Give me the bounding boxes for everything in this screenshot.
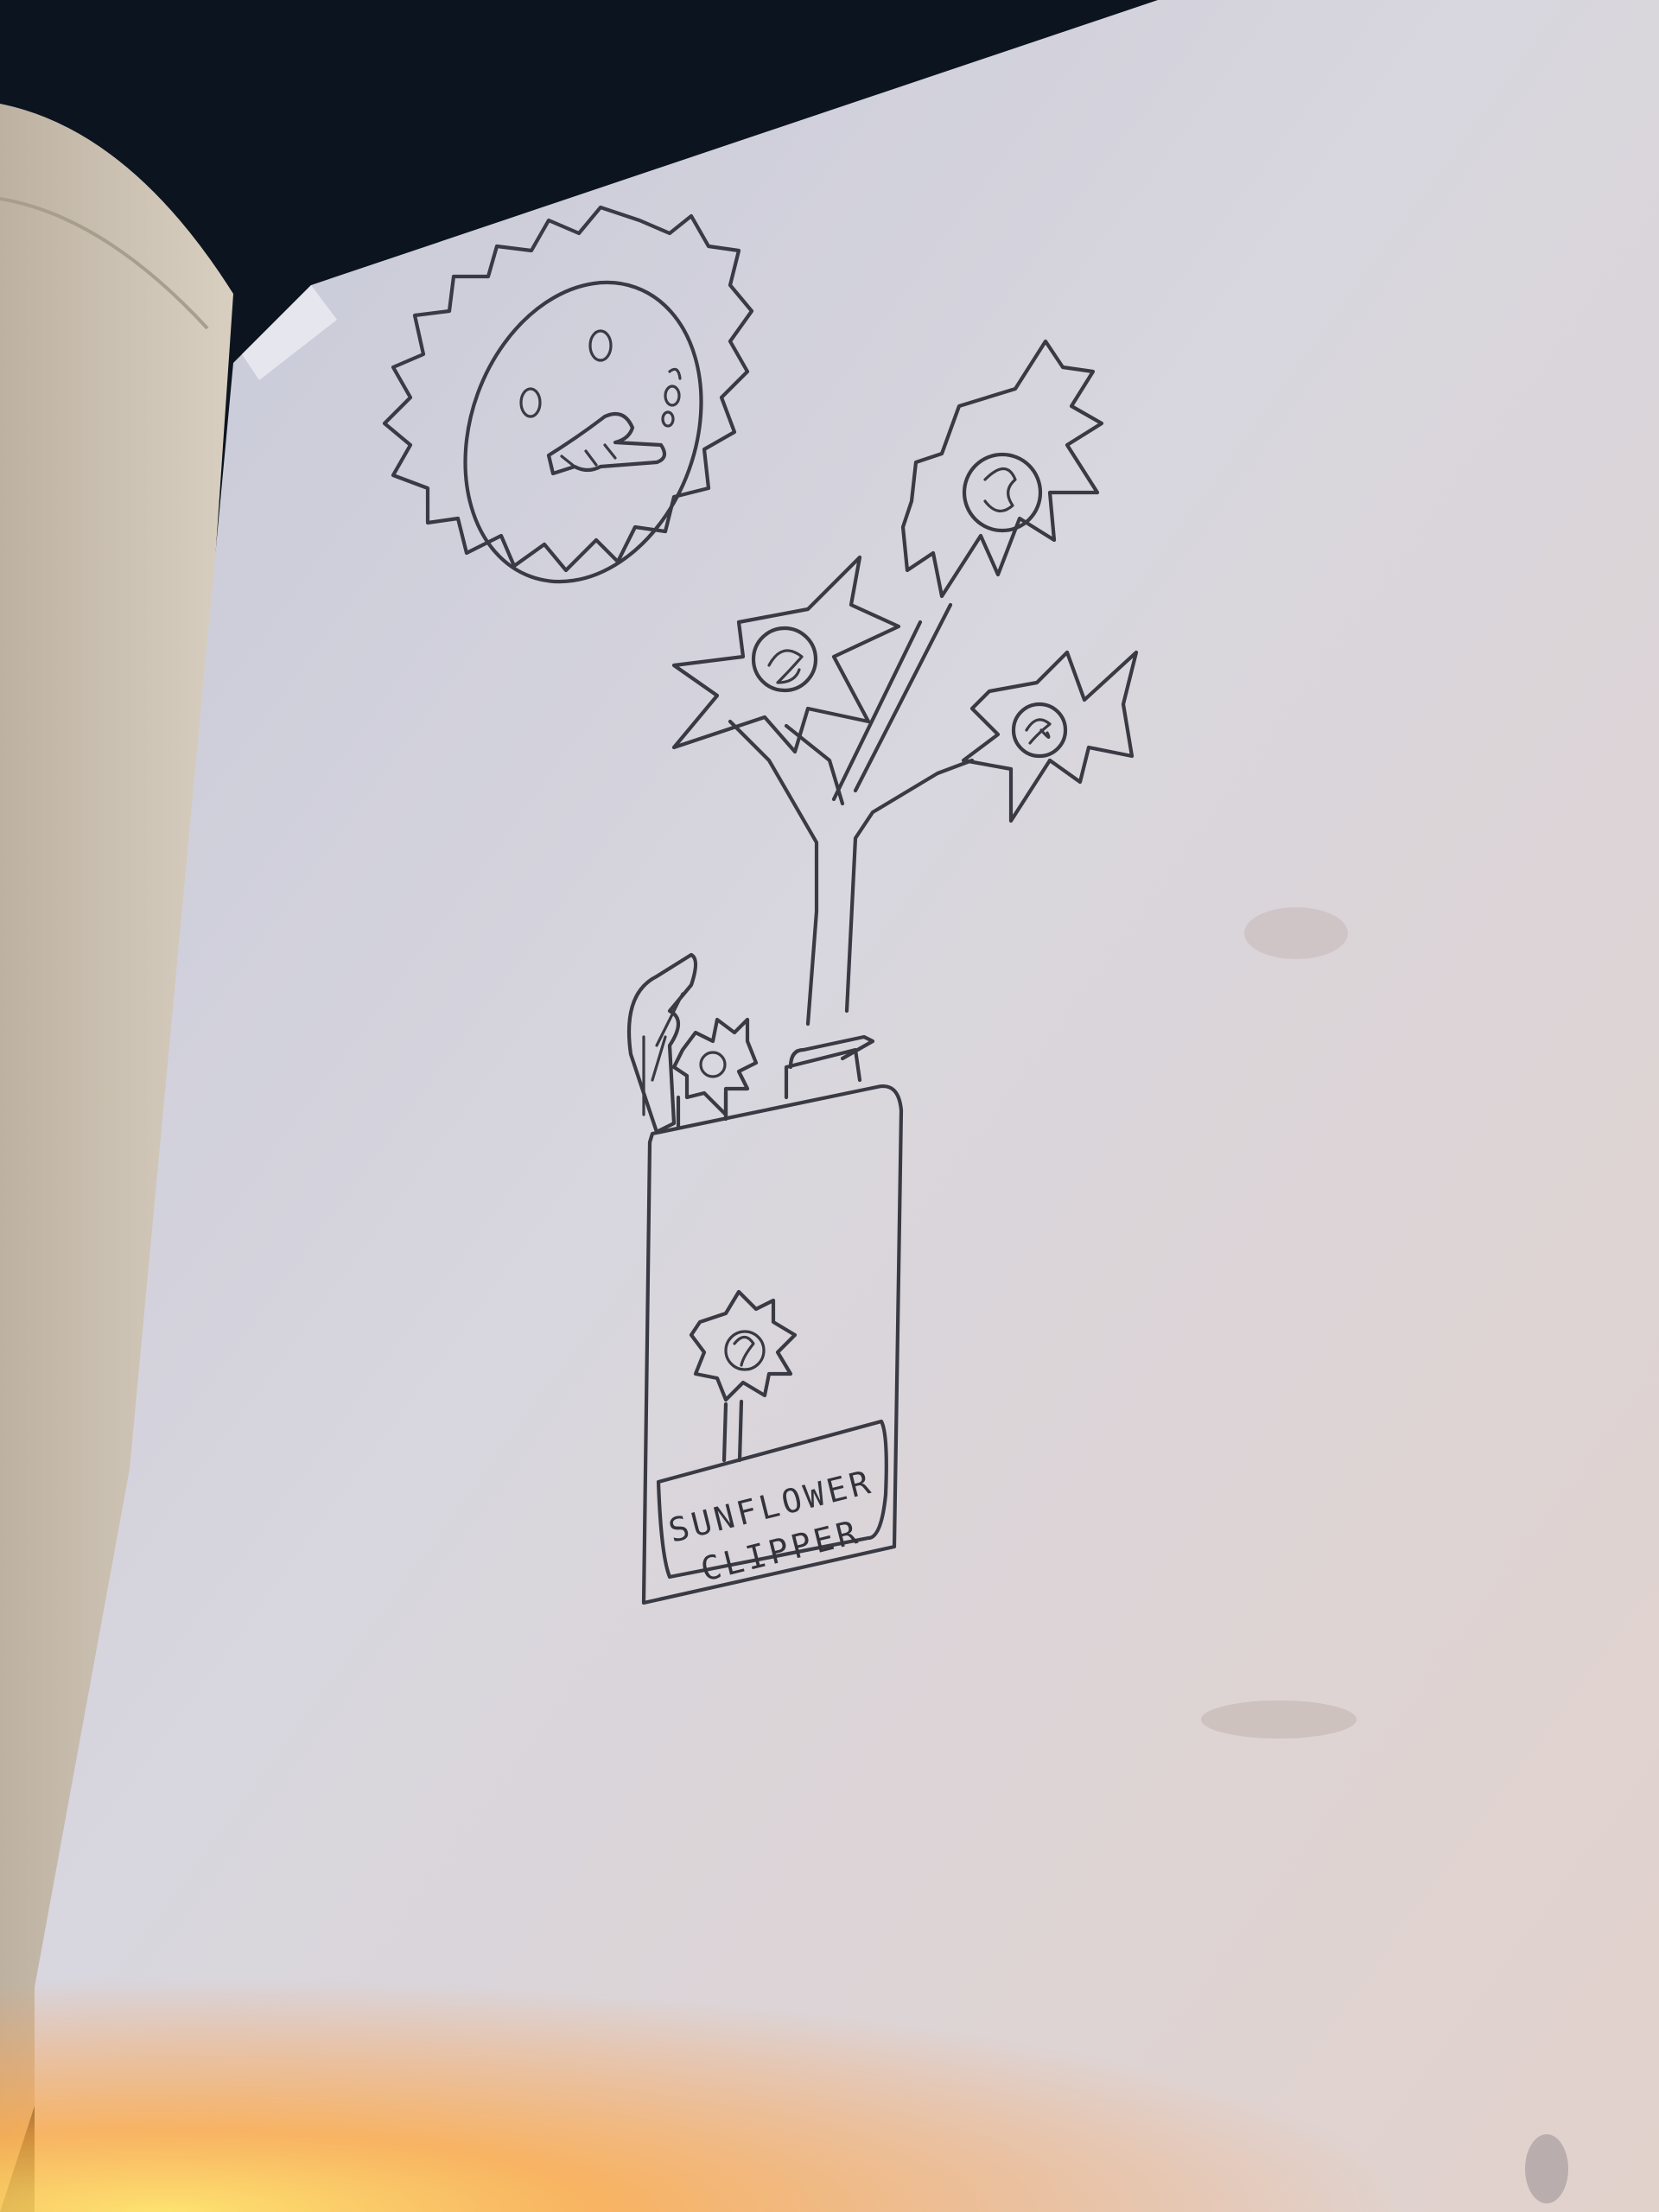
light-leak [0, 1901, 1659, 2212]
photo-scene: SUNFLOWER CLIPPER [0, 0, 1659, 2212]
drawing-canvas: SUNFLOWER CLIPPER [0, 0, 1659, 2212]
smudge [1244, 907, 1348, 959]
smudge [1201, 1700, 1357, 1738]
